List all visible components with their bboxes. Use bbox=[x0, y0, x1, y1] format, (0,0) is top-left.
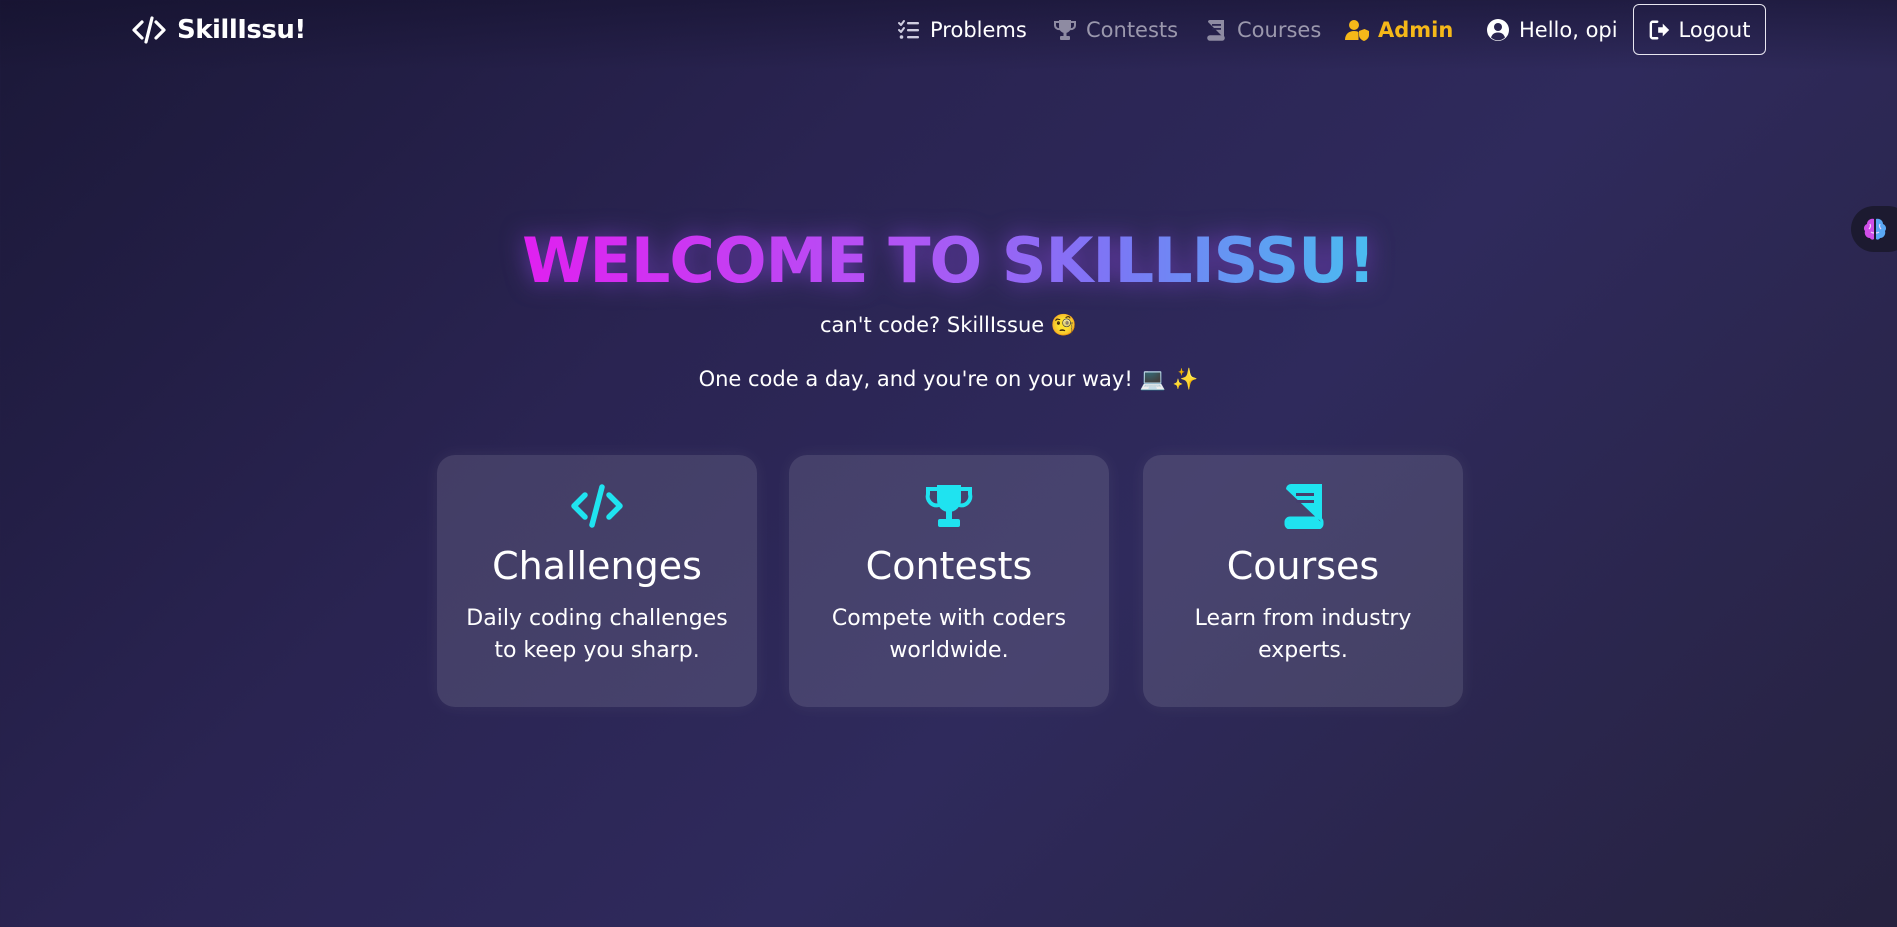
user-circle-icon bbox=[1487, 19, 1509, 41]
trophy-icon bbox=[1054, 20, 1076, 40]
nav-courses[interactable]: Courses bbox=[1204, 12, 1321, 48]
nav-admin-label: Admin bbox=[1378, 18, 1454, 42]
hero-title-text: WELCOME TO SKILLISSU! bbox=[522, 224, 1376, 297]
nav-hello-label: Hello, opi bbox=[1519, 18, 1618, 42]
brand-name: SkillIssu! bbox=[177, 15, 306, 45]
brand-link[interactable]: SkillIssu! bbox=[131, 12, 306, 48]
nav-admin[interactable]: Admin bbox=[1345, 12, 1453, 48]
card-contests[interactable]: Contests Compete with coders worldwide. bbox=[789, 455, 1109, 707]
card-title: Challenges bbox=[492, 544, 702, 588]
logout-button[interactable]: Logout bbox=[1633, 4, 1766, 55]
nav-courses-label: Courses bbox=[1237, 18, 1322, 42]
nav-problems-label: Problems bbox=[930, 18, 1027, 42]
hero-tagline: can't code? SkillIssue 🧐 bbox=[820, 313, 1077, 337]
hero-motto: One code a day, and you're on your way! … bbox=[698, 367, 1199, 391]
code-icon bbox=[571, 484, 623, 528]
logout-label: Logout bbox=[1678, 17, 1751, 42]
card-description: Daily coding challenges to keep you shar… bbox=[466, 606, 728, 663]
card-courses[interactable]: Courses Learn from industry experts. bbox=[1143, 455, 1463, 707]
card-challenges[interactable]: Challenges Daily coding challenges to ke… bbox=[437, 455, 757, 707]
hero-title: WELCOME TO SKILLISSU! bbox=[0, 220, 1897, 302]
card-title: Courses bbox=[1226, 544, 1380, 588]
code-icon bbox=[132, 16, 166, 44]
card-description: Learn from industry experts. bbox=[1194, 606, 1412, 663]
nav-user-greeting[interactable]: Hello, opi bbox=[1486, 12, 1618, 48]
nav-contests[interactable]: Contests bbox=[1053, 12, 1178, 48]
user-shield-icon bbox=[1345, 20, 1369, 41]
book-icon bbox=[1284, 484, 1324, 529]
trophy-icon bbox=[925, 485, 973, 527]
book-icon bbox=[1207, 20, 1225, 41]
nav-contests-label: Contests bbox=[1086, 18, 1179, 42]
list-check-icon bbox=[898, 20, 919, 39]
sign-out-icon bbox=[1649, 20, 1669, 39]
card-title: Contests bbox=[865, 544, 1033, 588]
nav-problems[interactable]: Problems bbox=[897, 12, 1027, 48]
card-description: Compete with coders worldwide. bbox=[831, 606, 1067, 663]
